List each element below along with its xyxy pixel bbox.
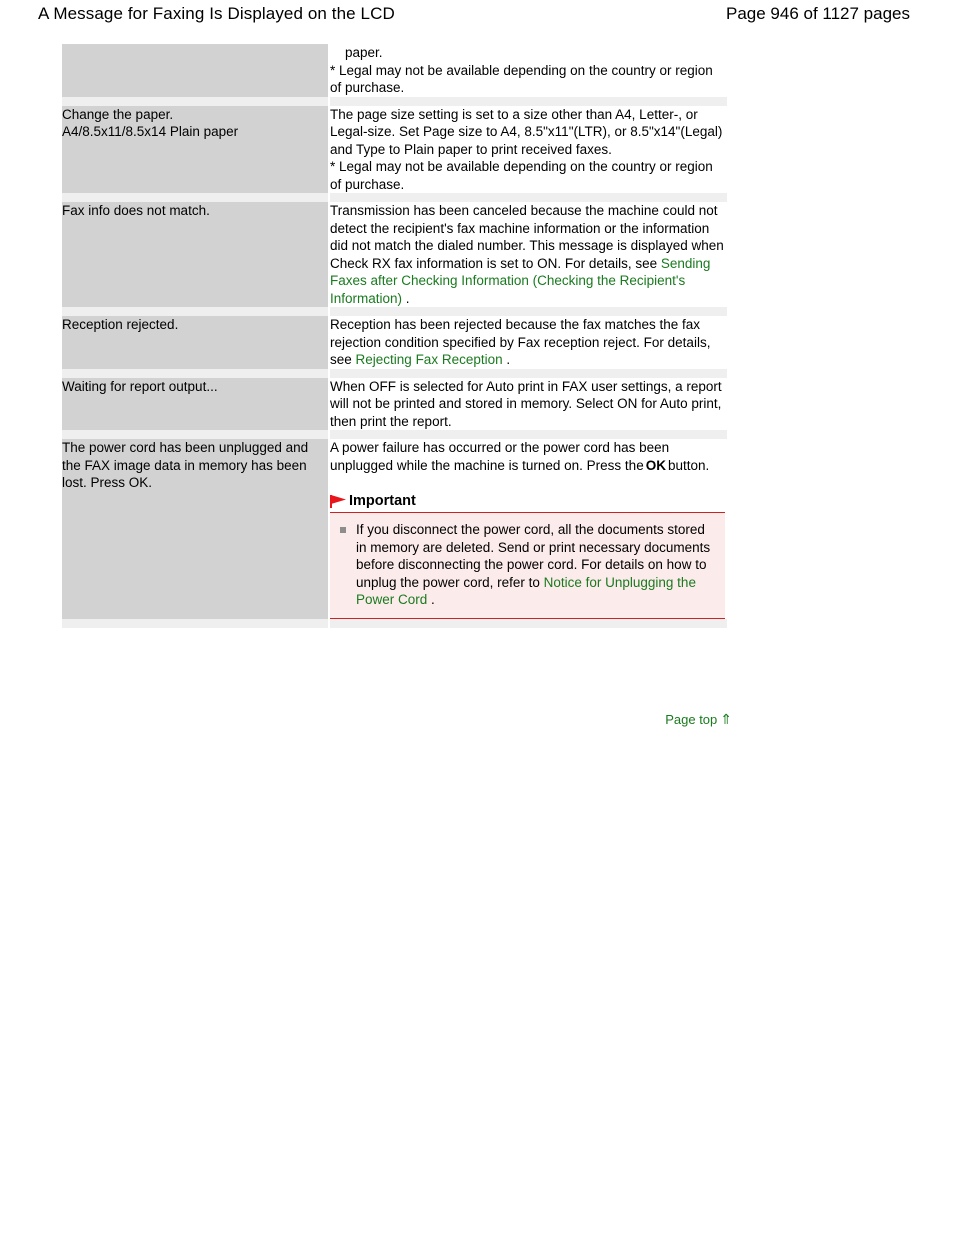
table-row: Change the paper. A4/8.5x11/8.5x14 Plain …: [62, 105, 727, 194]
cell-text: .: [402, 290, 410, 306]
important-body: If you disconnect the power cord, all th…: [330, 512, 725, 619]
table-row: Reception rejected. Reception has been re…: [62, 316, 727, 369]
action-paragraph: Transmission has been canceled because t…: [330, 202, 727, 307]
message-line: Change the paper.: [62, 106, 174, 122]
table-row-separator: [62, 307, 727, 316]
cell-text: button.: [667, 457, 710, 473]
lcd-message-table: paper. * Legal may not be available depe…: [62, 44, 727, 628]
action-paragraph: When OFF is selected for Auto print in F…: [330, 378, 727, 431]
action-description-cell: The page size setting is set to a size o…: [330, 105, 727, 194]
table-row-separator: [62, 96, 727, 106]
cell-text: When OFF is selected for Auto print in F…: [330, 378, 726, 429]
message-line: Waiting for report output...: [62, 378, 218, 394]
doc-reference-link[interactable]: Rejecting Fax Reception: [356, 352, 503, 367]
action-description-cell: When OFF is selected for Auto print in F…: [330, 377, 727, 431]
important-title: Important: [349, 493, 416, 509]
ok-button-keyword: OK: [645, 457, 666, 473]
action-paragraph: A power failure has occurred or the powe…: [330, 439, 727, 474]
action-paragraph: Reception has been rejected because the …: [330, 316, 727, 369]
table-row: The power cord has been unplugged and th…: [62, 439, 727, 619]
table-row-separator: [62, 430, 727, 439]
table-row: Fax info does not match. Transmission has…: [62, 202, 727, 307]
page-title: A Message for Faxing Is Displayed on the…: [38, 4, 395, 23]
message-line: Reception rejected.: [62, 317, 179, 332]
page-number-indicator: Page 946 of 1127 pages: [725, 4, 910, 23]
page-header: A Message for Faxing Is Displayed on the…: [0, 0, 954, 34]
lcd-message-cell: The power cord has been unplugged and th…: [62, 439, 328, 619]
lcd-message-cell: Fax info does not match.: [62, 202, 328, 307]
lcd-message-cell: Reception rejected.: [62, 316, 328, 369]
message-line: A4/8.5x11/8.5x14 Plain paper: [62, 124, 239, 139]
table-row-separator: [62, 368, 727, 378]
red-flag-icon: [330, 494, 347, 510]
lcd-message-table-body: paper. * Legal may not be available depe…: [62, 44, 727, 628]
action-description-cell: Transmission has been canceled because t…: [330, 202, 727, 307]
action-paragraph: The page size setting is set to a size o…: [330, 106, 727, 194]
table-row: Waiting for report output... When OFF is …: [62, 377, 727, 431]
action-description-cell: paper. * Legal may not be available depe…: [330, 44, 727, 97]
lcd-message-cell: Change the paper. A4/8.5x11/8.5x14 Plain …: [62, 105, 328, 193]
up-arrow-icon: ⇑: [720, 711, 732, 727]
table-bottom-separator: [62, 618, 727, 628]
cell-text: .: [427, 592, 435, 607]
list-item: If you disconnect the power cord, all th…: [338, 521, 717, 609]
action-description-cell: Reception has been rejected because the …: [330, 316, 727, 369]
message-line: The power cord has been unplugged and th…: [62, 440, 309, 490]
cell-text: .: [502, 352, 511, 367]
important-list: If you disconnect the power cord, all th…: [338, 521, 717, 609]
action-description-cell: A power failure has occurred or the powe…: [330, 439, 727, 619]
lcd-message-cell: [62, 44, 328, 97]
cell-text: A power failure has occurred or the powe…: [330, 440, 673, 473]
cell-text: paper. * Legal may not be available depe…: [330, 45, 713, 95]
action-paragraph: paper. * Legal may not be available depe…: [330, 44, 727, 97]
square-bullet-icon: [340, 527, 346, 533]
table-row-separator: [62, 193, 727, 202]
table-row: paper. * Legal may not be available depe…: [62, 44, 727, 97]
page-top-link[interactable]: Page top: [665, 712, 717, 727]
lcd-message-cell: Waiting for report output...: [62, 377, 328, 430]
cell-text: The page size setting is set to a size o…: [330, 106, 723, 192]
important-header: Important: [330, 493, 725, 509]
message-line: Fax info does not match.: [62, 203, 210, 218]
important-callout: Important If you disconnect the power cor…: [330, 493, 725, 619]
page-top-container: Page top ⇑: [0, 710, 954, 729]
